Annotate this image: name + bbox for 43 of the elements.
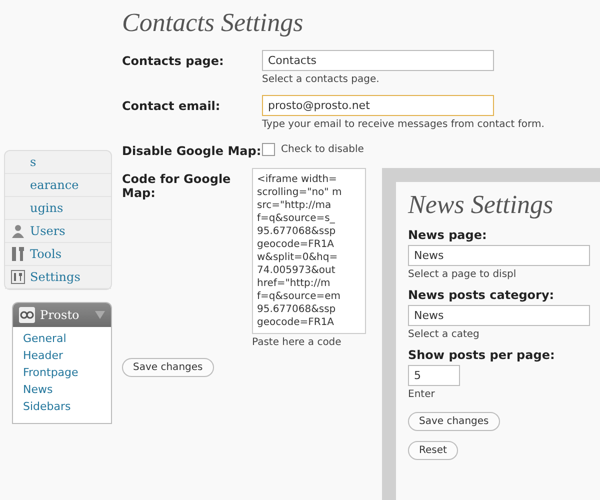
field-hint: Check to disable bbox=[281, 144, 364, 155]
email-input-field[interactable]: prosto@prosto.net bbox=[262, 95, 494, 116]
plugin-menu-header[interactable]: Prosto bbox=[13, 303, 111, 327]
save-button[interactable]: Save changes bbox=[408, 412, 500, 431]
reset-button[interactable]: Reset bbox=[408, 441, 458, 460]
field-hint: Select a page to displ bbox=[408, 269, 516, 280]
save-button[interactable]: Save changes bbox=[122, 358, 214, 377]
tools-icon bbox=[11, 247, 25, 261]
menu-item[interactable]: earance bbox=[5, 174, 111, 197]
plugin-icon bbox=[19, 307, 35, 323]
section-title: News Settings bbox=[408, 190, 554, 220]
menu-item[interactable]: ugins bbox=[5, 197, 111, 220]
users-icon bbox=[11, 224, 25, 238]
select-field[interactable]: News bbox=[408, 305, 590, 326]
menu-item[interactable]: s bbox=[5, 151, 111, 174]
submenu-link[interactable]: Sidebars bbox=[23, 398, 71, 415]
menu-item[interactable]: Settings bbox=[5, 266, 111, 289]
field-hint: Select a categ bbox=[408, 329, 480, 340]
field-label: Contacts page: bbox=[122, 53, 225, 68]
submenu-link[interactable]: News bbox=[23, 381, 53, 398]
select-field[interactable]: Contacts bbox=[262, 50, 494, 71]
checkbox[interactable] bbox=[262, 143, 275, 156]
select-field[interactable]: News bbox=[408, 245, 590, 266]
field-label: Show posts per page: bbox=[408, 348, 555, 362]
submenu-link[interactable]: Frontpage bbox=[23, 364, 78, 381]
settings-icon bbox=[11, 270, 25, 284]
field-label: News page: bbox=[408, 228, 487, 242]
menu-item[interactable]: Tools bbox=[5, 243, 111, 266]
field-hint: Select a contacts page. bbox=[262, 74, 380, 85]
section-title: Contacts Settings bbox=[122, 8, 304, 38]
dropdown-arrow-icon bbox=[95, 311, 105, 319]
field-label: Code for Google Map: bbox=[122, 171, 232, 200]
submenu-link[interactable]: Header bbox=[23, 347, 64, 364]
field-label: News posts category: bbox=[408, 288, 554, 302]
code-textarea[interactable]: <iframe width= scrolling="no" m src="http://ma f=q&source=s_ 95.677068&ssp geocode=FR1A w&split=0&hq= 74.005973&out href="http://m f=q&source=em 95.677068&ssp geocode=FR1A bbox=[252, 168, 366, 334]
field-label: Disable Google Map: bbox=[122, 143, 262, 158]
number-input-field[interactable]: 5 bbox=[408, 365, 460, 386]
field-hint: Type your email to receive messages from contact form. bbox=[262, 119, 544, 130]
field-label: Contact email: bbox=[122, 98, 222, 113]
field-hint: Enter bbox=[408, 389, 435, 400]
menu-item[interactable]: Users bbox=[5, 220, 111, 243]
field-hint: Paste here a code bbox=[252, 337, 342, 348]
submenu-link[interactable]: General bbox=[23, 330, 66, 347]
